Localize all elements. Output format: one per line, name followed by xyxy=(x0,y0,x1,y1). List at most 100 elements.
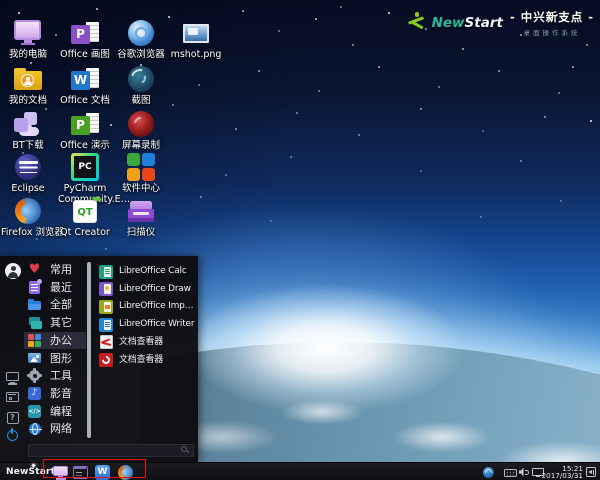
power-button-icon[interactable] xyxy=(6,428,20,442)
taskbar-display-settings-icon[interactable] xyxy=(53,465,69,480)
user-avatar[interactable] xyxy=(5,263,21,279)
screen-recorder-icon xyxy=(124,109,158,139)
search-icon xyxy=(181,446,188,453)
app-label: LibreOffice Draw xyxy=(119,284,191,295)
bt-download-icon xyxy=(11,109,45,139)
app-label: LibreOffice Imp… xyxy=(119,301,193,312)
office-document-icon: W xyxy=(68,64,102,94)
desktop-icon-screen-recorder[interactable]: 屏幕录制 xyxy=(114,109,168,151)
desktop-icon-scanner[interactable]: 扫描仪 xyxy=(114,196,168,238)
app-label: 文档查看器 xyxy=(119,337,163,348)
rail-help-icon[interactable]: ? xyxy=(6,411,20,425)
desktop-icon-label: 屏幕录制 xyxy=(114,140,168,151)
tools-gear-icon xyxy=(28,369,41,382)
libreoffice-writer-icon xyxy=(99,318,113,332)
app-pdf-viewer[interactable]: 文档查看器 xyxy=(96,352,196,369)
taskbar-terminal-icon[interactable] xyxy=(73,465,89,480)
logo-cn-subtitle: 桌面操作系统 xyxy=(510,27,594,37)
rail-window-icon[interactable] xyxy=(6,391,20,405)
menu-category-recent[interactable]: 最近 xyxy=(24,279,86,296)
image-file-icon xyxy=(179,18,213,48)
menu-scrollbar[interactable] xyxy=(87,262,91,438)
desktop-icon-mshot-png[interactable]: mshot.png xyxy=(169,18,223,60)
qt-creator-icon: QT xyxy=(68,196,102,226)
taskbar-word-processor-icon[interactable]: W xyxy=(95,465,111,480)
desktop-icon-software-center[interactable]: 软件中心 xyxy=(114,152,168,194)
pycharm-icon: PC xyxy=(68,152,102,182)
menu-category-other[interactable]: 其它 xyxy=(24,314,86,331)
taskbar-firefox-icon[interactable] xyxy=(118,465,134,480)
show-desktop-icon[interactable] xyxy=(586,467,596,477)
stars xyxy=(0,0,2,2)
app-label: LibreOffice Writer xyxy=(119,319,194,330)
desktop-icon-label: 软件中心 xyxy=(114,183,168,194)
office-presentation-icon: P xyxy=(68,109,102,139)
desktop: 我的电脑 P Office 画图 谷歌浏览器 mshot.png 我的文档 W … xyxy=(0,0,600,480)
menu-category-all[interactable]: 全部 xyxy=(24,296,86,313)
logo-cn-title: - 中兴新支点 - xyxy=(510,9,594,25)
app-document-viewer[interactable]: 文档查看器 xyxy=(96,334,196,351)
volume-icon[interactable] xyxy=(519,468,530,477)
earth-clouds xyxy=(142,342,600,480)
menu-category-office[interactable]: 办公 xyxy=(24,332,86,349)
desktop-icon-bt-download[interactable]: BT下载 xyxy=(1,109,55,151)
menu-category-tools[interactable]: 工具 xyxy=(24,367,86,384)
desktop-icon-firefox[interactable]: Firefox 浏览器 xyxy=(1,196,55,238)
start-menu-panel: ? ♥ 常用 最近 全部 其它 办公 图形 工具 xyxy=(0,256,198,462)
desktop-icon-label: Qt Creator xyxy=(58,227,112,238)
desktop-icon-screenshot[interactable]: 截图 xyxy=(114,64,168,106)
pdf-viewer-icon xyxy=(99,353,113,367)
start-button[interactable]: NewStart xyxy=(6,467,55,477)
clock[interactable]: 15:21 2017/03/31 xyxy=(542,465,583,480)
scanner-icon xyxy=(124,196,158,226)
office-grid-icon xyxy=(28,334,41,347)
code-icon: </> xyxy=(28,405,41,418)
desktop-icon-eclipse[interactable]: Eclipse xyxy=(1,152,55,194)
menu-category-network[interactable]: 网络 xyxy=(24,420,86,437)
desktop-icon-my-computer[interactable]: 我的电脑 xyxy=(1,18,55,60)
graphics-icon xyxy=(28,352,41,365)
desktop-icon-label: 我的电脑 xyxy=(1,49,55,60)
desktop-icon-office-document[interactable]: W Office 文档 xyxy=(58,64,112,106)
logo-chinese: - 中兴新支点 - 桌面操作系统 xyxy=(510,9,594,37)
desktop-icon-my-documents[interactable]: 我的文档 xyxy=(1,64,55,106)
keyboard-icon[interactable] xyxy=(504,469,517,477)
menu-category-media[interactable]: ♪ 影音 xyxy=(24,385,86,402)
media-icon: ♪ xyxy=(28,387,41,400)
fcitx-input-icon[interactable] xyxy=(483,467,494,478)
network-globe-icon xyxy=(28,422,41,435)
heart-icon: ♥ xyxy=(28,263,41,276)
desktop-icon-label: Eclipse xyxy=(1,183,55,194)
firefox-icon xyxy=(11,196,45,226)
desktop-icon-chrome[interactable]: 谷歌浏览器 xyxy=(114,18,168,60)
category-label: 图形 xyxy=(50,352,72,365)
desktop-icon-office-presentation[interactable]: P Office 演示 xyxy=(58,109,112,151)
desktop-icon-qt-creator[interactable]: QT Qt Creator xyxy=(58,196,112,238)
app-libreoffice-writer[interactable]: LibreOffice Writer xyxy=(96,316,196,333)
screenshot-tool-icon xyxy=(124,64,158,94)
desktop-icon-label: 扫描仪 xyxy=(114,227,168,238)
logo-name: NewStart xyxy=(432,15,503,31)
app-label: LibreOffice Calc xyxy=(119,266,187,277)
office-draw-icon: P xyxy=(68,18,102,48)
menu-category-dev[interactable]: </> 编程 xyxy=(24,403,86,420)
category-label: 全部 xyxy=(50,298,72,311)
newstart-figure-icon xyxy=(408,12,425,34)
app-libreoffice-calc[interactable]: LibreOffice Calc xyxy=(96,263,196,280)
menu-category-favorites[interactable]: ♥ 常用 xyxy=(24,261,86,278)
category-label: 影音 xyxy=(50,387,72,400)
desktop-icon-office-draw[interactable]: P Office 画图 xyxy=(58,18,112,60)
desktop-icon-label: 谷歌浏览器 xyxy=(114,49,168,60)
recent-icon xyxy=(28,281,41,294)
desktop-icon-label: 截图 xyxy=(114,95,168,106)
search-input[interactable] xyxy=(28,444,194,457)
document-viewer-icon xyxy=(99,335,113,349)
category-label: 常用 xyxy=(50,263,72,276)
app-libreoffice-draw[interactable]: LibreOffice Draw xyxy=(96,281,196,298)
rail-display-icon[interactable] xyxy=(6,371,20,385)
my-documents-icon xyxy=(11,64,45,94)
desktop-icon-label: Office 画图 xyxy=(58,49,112,60)
menu-category-graphics[interactable]: 图形 xyxy=(24,350,86,367)
other-icon xyxy=(28,316,41,329)
app-libreoffice-impress[interactable]: LibreOffice Imp… xyxy=(96,298,196,315)
